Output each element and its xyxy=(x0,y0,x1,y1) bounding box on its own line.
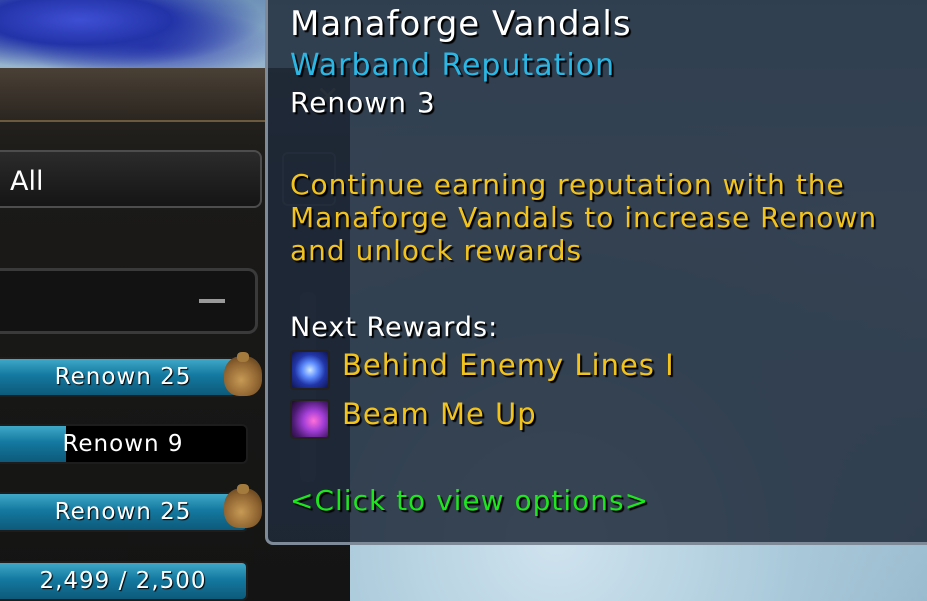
reputation-bar-label: Renown 25 xyxy=(54,364,192,390)
reputation-bar-2[interactable]: Renown 9 xyxy=(0,424,248,464)
reputation-bar-label: Renown 9 xyxy=(62,431,184,457)
search-input[interactable] xyxy=(0,268,258,334)
tooltip-subtitle: Warband Reputation xyxy=(290,48,616,83)
reputation-tooltip: Manaforge Vandals Warband Reputation Ren… xyxy=(265,0,927,545)
reputation-bar-4[interactable]: 2,499 / 2,500 xyxy=(0,561,248,601)
tooltip-renown-level: Renown 3 xyxy=(290,86,436,119)
reputation-bar-1[interactable]: Renown 25 xyxy=(0,357,248,397)
reputation-bar-label: 2,499 / 2,500 xyxy=(39,568,207,594)
reward-bag-icon[interactable] xyxy=(224,352,262,396)
clear-icon[interactable] xyxy=(199,299,225,303)
creature-artwork xyxy=(0,0,265,70)
reputation-bar-label: Renown 25 xyxy=(54,499,192,525)
filter-dropdown[interactable]: All xyxy=(0,150,262,208)
beam-me-up-icon xyxy=(290,399,330,439)
reward-name: Behind Enemy Lines I xyxy=(342,348,675,382)
tooltip-title: Manaforge Vandals xyxy=(290,4,632,44)
panel-header-band xyxy=(0,68,265,122)
reward-bag-icon[interactable] xyxy=(224,484,262,528)
behind-enemy-lines-icon xyxy=(290,350,330,390)
next-rewards-label: Next Rewards: xyxy=(290,312,499,343)
reward-name: Beam Me Up xyxy=(342,397,537,431)
tooltip-description: Continue earning reputation with the Man… xyxy=(290,168,878,267)
click-to-view-options-hint: <Click to view options> xyxy=(290,484,650,517)
reputation-bar-3[interactable]: Renown 25 xyxy=(0,492,248,532)
filter-dropdown-value: All xyxy=(10,166,44,197)
